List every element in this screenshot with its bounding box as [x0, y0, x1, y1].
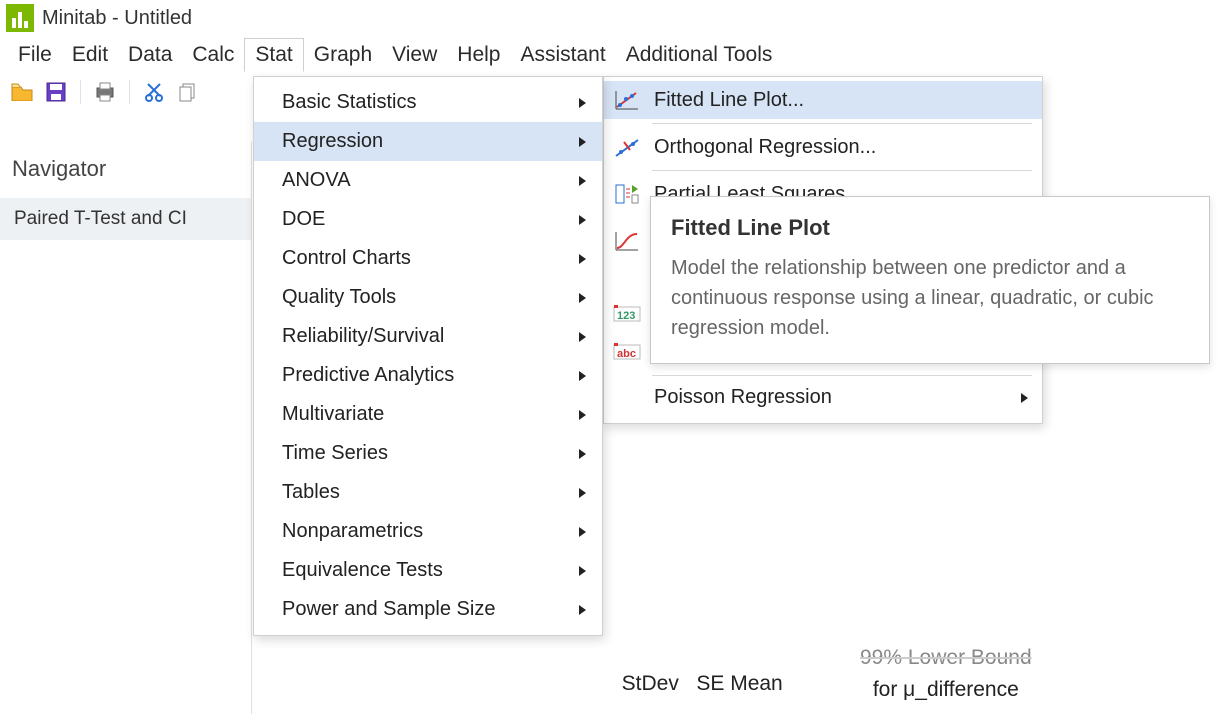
submenu-arrow-icon [579, 176, 586, 186]
menu-item-label: Poisson Regression [654, 386, 832, 409]
tooltip-title: Fitted Line Plot [671, 215, 1189, 241]
submenu-arrow-icon [579, 332, 586, 342]
submenu-arrow-icon [579, 449, 586, 459]
submenu-arrow-icon [579, 293, 586, 303]
menu-calc[interactable]: Calc [182, 39, 244, 71]
orth-icon [612, 134, 642, 160]
menu-item-label: Multivariate [282, 403, 384, 426]
tooltip-fitted-line-plot: Fitted Line Plot Model the relationship … [650, 196, 1210, 364]
svg-text:123: 123 [617, 310, 635, 322]
open-icon[interactable] [8, 78, 36, 106]
save-icon[interactable] [42, 78, 70, 106]
menu-divider [652, 123, 1032, 124]
stat-item-reliability-survival[interactable]: Reliability/Survival [254, 317, 602, 356]
toolbar-separator [129, 80, 130, 104]
submenu-arrow-icon [579, 371, 586, 381]
stat-item-control-charts[interactable]: Control Charts [254, 239, 602, 278]
regression-item-poisson-regression[interactable]: Poisson Regression [604, 380, 1042, 415]
stat-item-regression[interactable]: Regression [254, 122, 602, 161]
menu-item-label: Reliability/Survival [282, 325, 444, 348]
menu-item-label: Orthogonal Regression... [654, 136, 876, 159]
stat-item-multivariate[interactable]: Multivariate [254, 395, 602, 434]
menu-item-label: Predictive Analytics [282, 364, 454, 387]
output-header-fragment-right: 99% Lower Bound for μ_difference [860, 648, 1032, 705]
output-header-fragment: StDev SE Mean [610, 648, 783, 696]
cut-icon[interactable] [140, 78, 168, 106]
menu-item-label: Equivalence Tests [282, 559, 443, 582]
navigator-title: Navigator [0, 142, 251, 198]
submenu-arrow-icon [579, 605, 586, 615]
submenu-arrow-icon [579, 137, 586, 147]
submenu-arrow-icon [579, 527, 586, 537]
svg-text:abc: abc [617, 348, 636, 360]
menu-divider [652, 170, 1032, 171]
tooltip-body: Model the relationship between one predi… [671, 253, 1189, 343]
menu-stat[interactable]: Stat [244, 38, 303, 72]
menu-item-label: Nonparametrics [282, 520, 423, 543]
output-bound-label: for μ_difference [860, 676, 1032, 704]
menu-item-label: Regression [282, 130, 383, 153]
stat-item-tables[interactable]: Tables [254, 473, 602, 512]
menu-view[interactable]: View [382, 39, 447, 71]
menu-item-label: Time Series [282, 442, 388, 465]
submenu-arrow-icon [579, 566, 586, 576]
regression-item-fitted-line-plot[interactable]: Fitted Line Plot... [604, 81, 1042, 119]
stat-item-quality-tools[interactable]: Quality Tools [254, 278, 602, 317]
pls-icon [612, 181, 642, 207]
menu-edit[interactable]: Edit [62, 39, 118, 71]
menu-data[interactable]: Data [118, 39, 182, 71]
navigator-item[interactable]: Paired T-Test and CI [0, 198, 251, 240]
stat-item-doe[interactable]: DOE [254, 200, 602, 239]
line-fit-icon [612, 87, 642, 113]
menu-item-label: Control Charts [282, 247, 411, 270]
menu-item-label: Power and Sample Size [282, 598, 495, 621]
binary-line-icon [612, 228, 642, 254]
menu-item-label: DOE [282, 208, 325, 231]
stat-item-anova[interactable]: ANOVA [254, 161, 602, 200]
menu-item-label: Fitted Line Plot... [654, 89, 804, 112]
menu-file[interactable]: File [8, 39, 62, 71]
stat-menu-dropdown: Basic Statistics Regression ANOVA DOE Contro… [253, 76, 603, 636]
menu-help[interactable]: Help [447, 39, 510, 71]
menu-additional-tools[interactable]: Additional Tools [616, 39, 783, 71]
submenu-arrow-icon [579, 98, 586, 108]
regression-item-orthogonal-regression[interactable]: Orthogonal Regression... [604, 128, 1042, 166]
submenu-arrow-icon [579, 254, 586, 264]
stat-item-predictive-analytics[interactable]: Predictive Analytics [254, 356, 602, 395]
submenu-arrow-icon [579, 488, 586, 498]
submenu-arrow-icon [1021, 393, 1028, 403]
output-bound-faded: 99% Lower Bound [860, 644, 1032, 672]
ordinal-icon: 123 [612, 301, 642, 327]
navigator-panel: Navigator Paired T-Test and CI [0, 142, 252, 714]
menu-item-label: Basic Statistics [282, 91, 416, 114]
stat-item-time-series[interactable]: Time Series [254, 434, 602, 473]
submenu-arrow-icon [579, 410, 586, 420]
menu-graph[interactable]: Graph [304, 39, 382, 71]
app-logo-icon [6, 4, 34, 32]
stat-item-nonparametrics[interactable]: Nonparametrics [254, 512, 602, 551]
menubar: FileEditDataCalcStatGraphViewHelpAssista… [0, 36, 1220, 72]
menu-divider [652, 375, 1032, 376]
window-title: Minitab - Untitled [42, 7, 192, 30]
menu-item-label: Tables [282, 481, 340, 504]
submenu-arrow-icon [579, 215, 586, 225]
toolbar-separator [80, 80, 81, 104]
nominal-icon: abc [612, 339, 642, 365]
menu-item-label: ANOVA [282, 169, 351, 192]
menu-item-label: Quality Tools [282, 286, 396, 309]
titlebar: Minitab - Untitled [0, 0, 1220, 36]
print-icon[interactable] [91, 78, 119, 106]
output-col-labels: StDev SE Mean [622, 672, 783, 695]
menu-assistant[interactable]: Assistant [510, 39, 615, 71]
copy-icon[interactable] [174, 78, 202, 106]
stat-item-power-and-sample-size[interactable]: Power and Sample Size [254, 590, 602, 629]
stat-item-equivalence-tests[interactable]: Equivalence Tests [254, 551, 602, 590]
stat-item-basic-statistics[interactable]: Basic Statistics [254, 83, 602, 122]
